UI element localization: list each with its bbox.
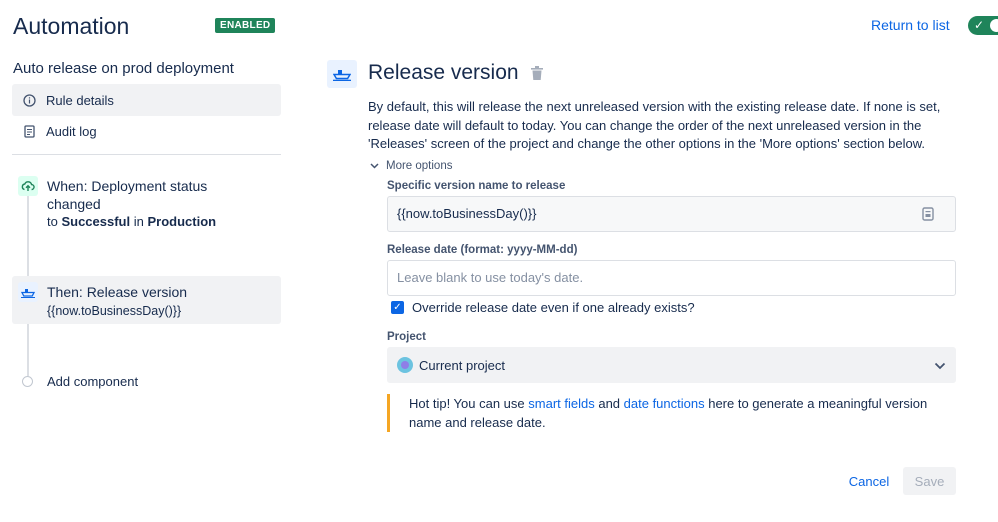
rule-name: Auto release on prod deployment xyxy=(13,60,234,77)
toggle-knob xyxy=(990,19,998,32)
sidebar-item-audit-log[interactable]: Audit log xyxy=(12,115,281,147)
release-date-input[interactable]: Leave blank to use today's date. xyxy=(387,260,956,296)
page-title: Automation xyxy=(13,13,130,39)
ship-icon xyxy=(327,60,357,88)
hot-tip-panel: Hot tip! You can use smart fields and da… xyxy=(387,394,956,432)
override-date-label: Override release date even if one alread… xyxy=(412,300,695,315)
project-avatar xyxy=(397,357,413,373)
project-label: Project xyxy=(387,331,426,343)
trash-icon[interactable] xyxy=(531,66,543,85)
version-name-label: Specific version name to release xyxy=(387,180,566,192)
project-select[interactable]: Current project xyxy=(387,347,956,383)
tip-text: and xyxy=(594,396,624,411)
chevron-down-icon xyxy=(370,161,380,171)
date-functions-link[interactable]: date functions xyxy=(624,396,705,411)
add-component-link[interactable]: Add component xyxy=(47,374,138,389)
then-step-title: Then: Release version xyxy=(47,284,188,300)
release-date-label: Release date (format: yyyy-MM-dd) xyxy=(387,244,578,256)
save-button[interactable]: Save xyxy=(903,467,956,495)
override-date-row[interactable]: ✓ Override release date even if one alre… xyxy=(391,300,695,315)
return-to-list-link[interactable]: Return to list xyxy=(871,17,950,33)
more-options-toggle[interactable]: More options xyxy=(370,160,452,172)
status-badge: ENABLED xyxy=(215,18,276,33)
document-icon xyxy=(12,124,46,138)
sidebar-item-rule-details[interactable]: Rule details xyxy=(12,84,281,116)
sidebar-item-label: Audit log xyxy=(46,123,97,139)
sidebar-item-label: Rule details xyxy=(46,92,114,108)
when-step-condition: to Successful in Production xyxy=(47,214,217,229)
check-icon: ✓ xyxy=(974,18,985,32)
smart-fields-link[interactable]: smart fields xyxy=(528,396,594,411)
cloud-upload-icon xyxy=(18,176,38,196)
project-select-value: Current project xyxy=(419,357,505,373)
more-options-label: More options xyxy=(386,160,453,172)
then-step-subtitle: {{now.toBusinessDay()}} xyxy=(47,304,182,318)
component-title: Release version xyxy=(368,61,519,84)
when-trigger-step[interactable]: When: Deployment status changed to Succe… xyxy=(12,176,281,232)
ship-icon xyxy=(18,282,38,302)
when-step-title: When: Deployment status changed xyxy=(47,178,208,212)
sidebar-divider xyxy=(12,154,281,155)
info-icon xyxy=(12,93,46,107)
version-name-input[interactable]: {{now.toBusinessDay()}} xyxy=(387,196,956,232)
component-description: By default, this will release the next u… xyxy=(368,99,941,151)
override-date-checkbox[interactable]: ✓ xyxy=(391,301,404,314)
tip-text: Hot tip! You can use xyxy=(409,396,529,411)
add-component-dot[interactable] xyxy=(22,376,33,387)
rule-enabled-toggle[interactable]: ✓ xyxy=(968,16,998,35)
then-action-step[interactable]: Then: Release version {{now.toBusinessDa… xyxy=(12,276,281,324)
cancel-button[interactable]: Cancel xyxy=(842,467,896,495)
smart-value-icon[interactable] xyxy=(922,207,936,222)
chevron-down-icon xyxy=(934,358,946,373)
